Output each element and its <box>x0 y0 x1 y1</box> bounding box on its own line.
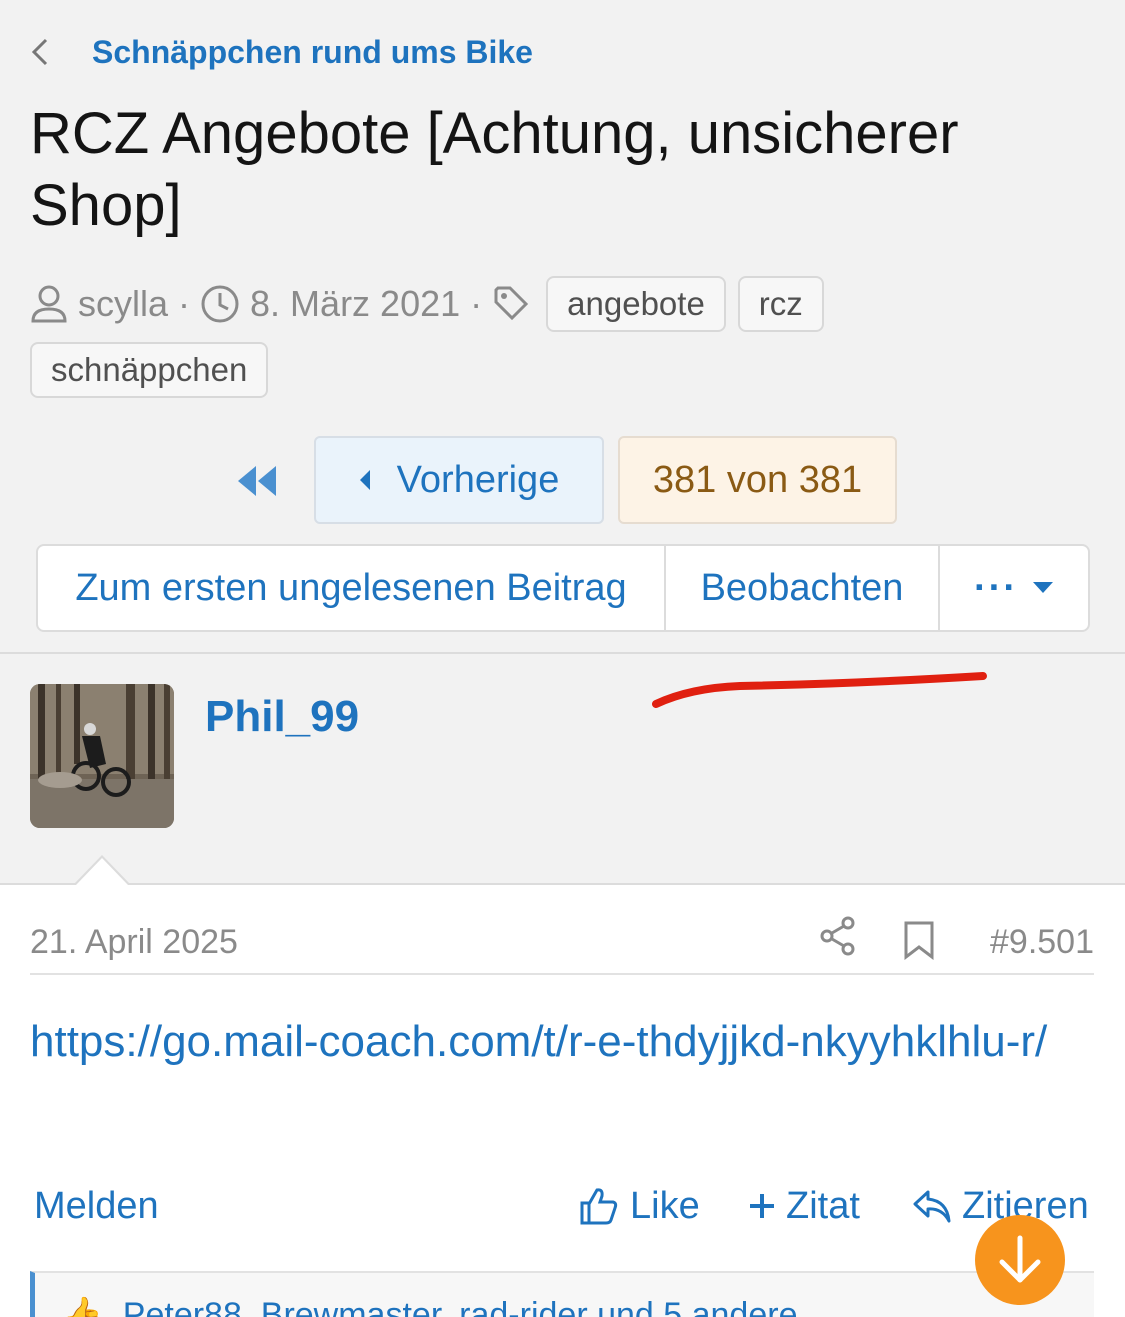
reactions-list[interactable]: Peter88, Brewmaster, rad-rider und 5 and… <box>123 1296 798 1317</box>
previous-page-label: Vorherige <box>396 458 560 501</box>
multi-quote-button[interactable]: Zitat <box>748 1181 860 1231</box>
post-actions: Melden Like Zitat Zitieren <box>34 1181 1094 1231</box>
more-options-button[interactable]: ··· <box>940 546 1088 630</box>
red-annotation-stroke <box>652 672 987 708</box>
avatar[interactable] <box>30 684 174 828</box>
thread-action-bar: Zum ersten ungelesenen Beitrag Beobachte… <box>36 544 1090 632</box>
post: 21. April 2025 #9.501 https://go.mail-co… <box>0 883 1125 1317</box>
pagination: Vorherige 381 von 381 <box>0 436 1125 526</box>
arrow-down-icon <box>999 1235 1041 1283</box>
post-link[interactable]: https://go.mail-coach.com/t/r-e-thdyjjkd… <box>30 1011 1094 1073</box>
tag-schnaeppchen[interactable]: schnäppchen <box>30 342 269 398</box>
report-button[interactable]: Melden <box>34 1181 159 1231</box>
current-page-indicator[interactable]: 381 von 381 <box>618 436 897 524</box>
tag-rcz[interactable]: rcz <box>737 276 824 332</box>
reply-icon <box>913 1190 951 1223</box>
caret-down-icon <box>1032 582 1053 593</box>
scroll-down-button[interactable] <box>975 1215 1065 1305</box>
meta-separator: · <box>178 283 191 324</box>
caret-left-icon <box>359 469 371 491</box>
tag-icon <box>494 286 529 321</box>
first-unread-button[interactable]: Zum ersten ungelesenen Beitrag <box>38 546 666 630</box>
thread-author[interactable]: scylla <box>78 283 168 325</box>
meta-separator: · <box>470 283 483 324</box>
like-button[interactable]: Like <box>578 1181 700 1231</box>
thread-date[interactable]: 8. März 2021 <box>250 283 460 325</box>
post-date[interactable]: 21. April 2025 <box>30 923 238 962</box>
page-title: RCZ Angebote [Achtung, unsicherer Shop] <box>30 101 959 238</box>
bookmark-icon[interactable] <box>902 920 936 965</box>
tag-angebote[interactable]: angebote <box>546 276 726 332</box>
reactions-bar[interactable]: 👍 Peter88, Brewmaster, rad-rider und 5 a… <box>30 1271 1094 1317</box>
breadcrumb-link[interactable]: Schnäppchen rund ums Bike <box>92 34 533 71</box>
thread-meta: scylla · 8. März 2021 · angebote rcz sch… <box>30 276 1100 398</box>
post-number[interactable]: #9.501 <box>990 923 1094 962</box>
thumbs-up-icon <box>580 1188 618 1225</box>
double-chevron-left-icon[interactable] <box>236 464 282 498</box>
watch-button[interactable]: Beobachten <box>666 546 940 630</box>
chevron-left-icon[interactable] <box>30 30 66 74</box>
plus-icon <box>750 1194 774 1218</box>
post-username[interactable]: Phil_99 <box>205 692 359 742</box>
like-label: Like <box>630 1184 700 1227</box>
thumbs-up-icon: 👍 <box>61 1296 104 1317</box>
multi-quote-label: Zitat <box>786 1184 860 1227</box>
clock-icon <box>201 285 239 323</box>
report-label: Melden <box>34 1184 159 1227</box>
user-icon <box>31 285 67 323</box>
thread-header: Schnäppchen rund ums Bike RCZ Angebote [… <box>0 0 1125 655</box>
more-options-label: ··· <box>974 566 1018 609</box>
previous-page-button[interactable]: Vorherige <box>314 436 604 524</box>
post-pointer-inner <box>76 858 128 885</box>
post-header: 21. April 2025 #9.501 <box>30 915 1094 975</box>
post-author-block: Phil_99 <box>0 654 1125 884</box>
breadcrumb[interactable]: Schnäppchen rund ums Bike <box>30 30 533 74</box>
share-icon[interactable] <box>818 915 858 962</box>
